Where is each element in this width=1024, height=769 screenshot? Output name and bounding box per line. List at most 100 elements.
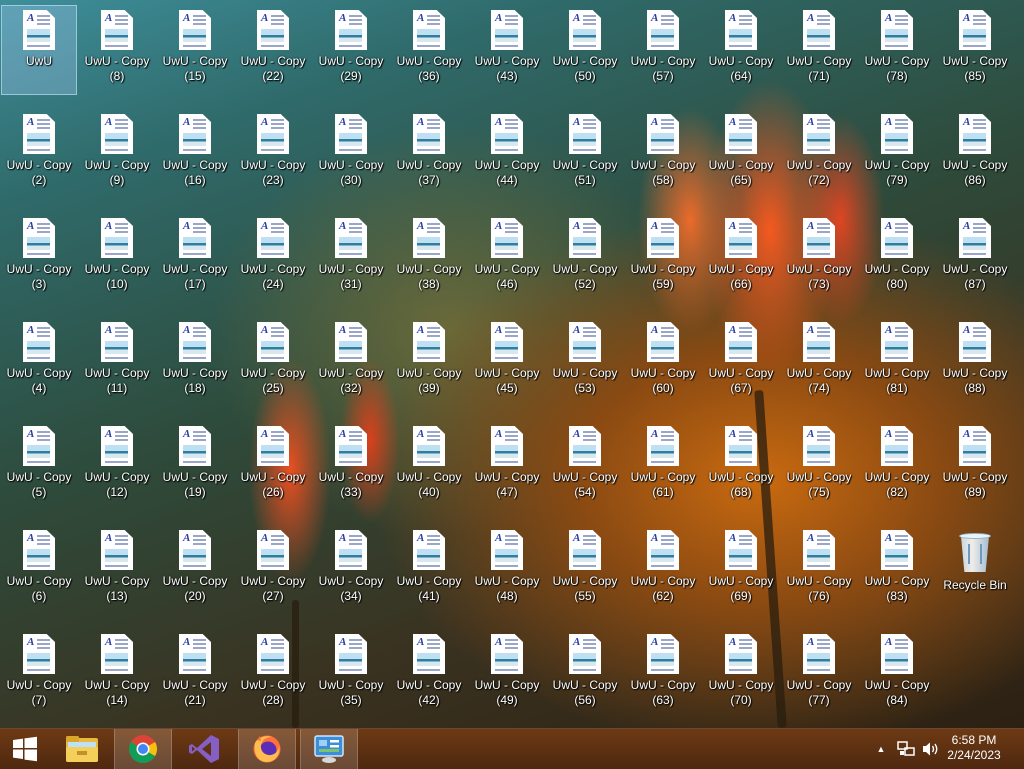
desktop-file-icon[interactable]: A UwU - Copy (76) — [782, 526, 856, 614]
start-button[interactable] — [0, 729, 50, 769]
taskbar-clock[interactable]: 6:58 PM 2/24/2023 — [934, 733, 1014, 763]
desktop-file-icon[interactable]: A UwU - Copy (43) — [470, 6, 544, 94]
desktop-file-icon[interactable]: A UwU - Copy (47) — [470, 422, 544, 510]
desktop-file-icon[interactable]: A UwU - Copy (15) — [158, 6, 232, 94]
desktop-file-icon[interactable]: A UwU - Copy (13) — [80, 526, 154, 614]
desktop-file-icon[interactable]: A UwU - Copy (63) — [626, 630, 700, 718]
desktop-file-icon[interactable]: A UwU - Copy (88) — [938, 318, 1012, 406]
desktop-file-icon[interactable]: A UwU - Copy (89) — [938, 422, 1012, 510]
desktop-file-icon[interactable]: A UwU - Copy (71) — [782, 6, 856, 94]
desktop-file-icon[interactable]: A UwU - Copy (37) — [392, 110, 466, 198]
tray-chevron[interactable]: ▲ — [872, 729, 890, 769]
desktop-file-icon[interactable]: A UwU - Copy (16) — [158, 110, 232, 198]
desktop-file-icon[interactable]: A UwU - Copy (48) — [470, 526, 544, 614]
desktop-file-icon[interactable]: A UwU - Copy (81) — [860, 318, 934, 406]
desktop-file-icon[interactable]: A UwU - Copy (61) — [626, 422, 700, 510]
desktop-file-icon[interactable]: A UwU - Copy (19) — [158, 422, 232, 510]
desktop-file-icon[interactable]: A UwU - Copy (75) — [782, 422, 856, 510]
desktop-file-icon[interactable]: A UwU - Copy (78) — [860, 6, 934, 94]
desktop-file-icon[interactable]: A UwU - Copy (70) — [704, 630, 778, 718]
desktop-file-icon[interactable]: A UwU — [1, 5, 77, 95]
desktop-file-icon[interactable]: A UwU - Copy (82) — [860, 422, 934, 510]
desktop-file-icon[interactable]: A UwU - Copy (57) — [626, 6, 700, 94]
desktop-file-icon[interactable]: A UwU - Copy (46) — [470, 214, 544, 302]
desktop-file-icon[interactable]: A UwU - Copy (36) — [392, 6, 466, 94]
desktop-file-icon[interactable]: A UwU - Copy (23) — [236, 110, 310, 198]
desktop-file-icon[interactable]: A UwU - Copy (77) — [782, 630, 856, 718]
desktop-file-icon[interactable]: A UwU - Copy (2) — [2, 110, 76, 198]
desktop-file-icon[interactable]: A UwU - Copy (6) — [2, 526, 76, 614]
desktop-file-icon[interactable]: A UwU - Copy (25) — [236, 318, 310, 406]
desktop-file-icon[interactable]: A UwU - Copy (18) — [158, 318, 232, 406]
desktop-file-icon[interactable]: A UwU - Copy (84) — [860, 630, 934, 718]
taskbar-chrome[interactable] — [114, 729, 172, 769]
desktop-file-icon[interactable]: A UwU - Copy (17) — [158, 214, 232, 302]
desktop-file-icon[interactable]: A UwU - Copy (62) — [626, 526, 700, 614]
desktop-file-icon[interactable]: A UwU - Copy (44) — [470, 110, 544, 198]
desktop-file-icon[interactable]: A UwU - Copy (38) — [392, 214, 466, 302]
desktop-file-icon[interactable]: A UwU - Copy (35) — [314, 630, 388, 718]
desktop-file-icon[interactable]: A UwU - Copy (51) — [548, 110, 622, 198]
desktop-file-icon[interactable]: A UwU - Copy (85) — [938, 6, 1012, 94]
desktop-file-icon[interactable]: A UwU - Copy (26) — [236, 422, 310, 510]
desktop-file-icon[interactable]: A UwU - Copy (27) — [236, 526, 310, 614]
desktop-file-icon[interactable]: A UwU - Copy (21) — [158, 630, 232, 718]
desktop-file-icon[interactable]: A UwU - Copy (32) — [314, 318, 388, 406]
desktop-file-icon[interactable]: A UwU - Copy (58) — [626, 110, 700, 198]
desktop-file-icon[interactable]: A UwU - Copy (11) — [80, 318, 154, 406]
desktop-file-icon[interactable]: A UwU - Copy (53) — [548, 318, 622, 406]
taskbar-file-explorer[interactable] — [54, 729, 110, 769]
desktop-file-icon[interactable]: A UwU - Copy (68) — [704, 422, 778, 510]
desktop-file-icon[interactable]: A UwU - Copy (5) — [2, 422, 76, 510]
desktop-file-icon[interactable]: A UwU - Copy (79) — [860, 110, 934, 198]
desktop-file-icon[interactable]: A UwU - Copy (74) — [782, 318, 856, 406]
desktop-file-icon[interactable]: A UwU - Copy (4) — [2, 318, 76, 406]
desktop-file-icon[interactable]: A UwU - Copy (20) — [158, 526, 232, 614]
desktop-file-icon[interactable]: A UwU - Copy (45) — [470, 318, 544, 406]
taskbar-control-panel[interactable] — [300, 729, 358, 769]
desktop-file-icon[interactable]: A UwU - Copy (34) — [314, 526, 388, 614]
taskbar-firefox[interactable] — [238, 729, 296, 769]
desktop-file-icon[interactable]: A UwU - Copy (7) — [2, 630, 76, 718]
taskbar-visual-studio[interactable] — [176, 729, 232, 769]
desktop-file-icon[interactable]: A UwU - Copy (24) — [236, 214, 310, 302]
desktop-file-icon[interactable]: A UwU - Copy (55) — [548, 526, 622, 614]
desktop-file-icon[interactable]: A UwU - Copy (50) — [548, 6, 622, 94]
desktop-file-icon[interactable]: A UwU - Copy (65) — [704, 110, 778, 198]
desktop-file-icon[interactable]: A UwU - Copy (87) — [938, 214, 1012, 302]
desktop-file-icon[interactable]: A UwU - Copy (28) — [236, 630, 310, 718]
desktop[interactable]: A UwU A UwU - Copy (2) A UwU - Copy (3) A UwU - C… — [0, 0, 1024, 728]
desktop-file-icon[interactable]: A UwU - Copy (56) — [548, 630, 622, 718]
desktop-file-icon[interactable]: A UwU - Copy (69) — [704, 526, 778, 614]
desktop-file-icon[interactable]: A UwU - Copy (22) — [236, 6, 310, 94]
desktop-file-icon[interactable]: A UwU - Copy (39) — [392, 318, 466, 406]
desktop-file-icon[interactable]: A UwU - Copy (60) — [626, 318, 700, 406]
desktop-file-icon[interactable]: A UwU - Copy (30) — [314, 110, 388, 198]
desktop-file-icon[interactable]: A UwU - Copy (9) — [80, 110, 154, 198]
desktop-file-icon[interactable]: A UwU - Copy (67) — [704, 318, 778, 406]
desktop-file-icon[interactable]: A UwU - Copy (40) — [392, 422, 466, 510]
desktop-file-icon[interactable]: A UwU - Copy (33) — [314, 422, 388, 510]
desktop-file-icon[interactable]: A UwU - Copy (64) — [704, 6, 778, 94]
recycle-bin-shortcut[interactable]: Recycle Bin — [938, 526, 1012, 614]
desktop-file-icon[interactable]: A UwU - Copy (42) — [392, 630, 466, 718]
desktop-file-icon[interactable]: A UwU - Copy (49) — [470, 630, 544, 718]
desktop-file-icon[interactable]: A UwU - Copy (80) — [860, 214, 934, 302]
desktop-file-icon[interactable]: A UwU - Copy (52) — [548, 214, 622, 302]
desktop-file-icon[interactable]: A UwU - Copy (3) — [2, 214, 76, 302]
desktop-file-icon[interactable]: A UwU - Copy (14) — [80, 630, 154, 718]
desktop-file-icon[interactable]: A UwU - Copy (31) — [314, 214, 388, 302]
desktop-file-icon[interactable]: A UwU - Copy (12) — [80, 422, 154, 510]
desktop-file-icon[interactable]: A UwU - Copy (73) — [782, 214, 856, 302]
tray-network[interactable] — [894, 729, 918, 769]
desktop-file-icon[interactable]: A UwU - Copy (86) — [938, 110, 1012, 198]
desktop-file-icon[interactable]: A UwU - Copy (29) — [314, 6, 388, 94]
desktop-file-icon[interactable]: A UwU - Copy (83) — [860, 526, 934, 614]
desktop-file-icon[interactable]: A UwU - Copy (72) — [782, 110, 856, 198]
desktop-file-icon[interactable]: A UwU - Copy (10) — [80, 214, 154, 302]
desktop-file-icon[interactable]: A UwU - Copy (41) — [392, 526, 466, 614]
desktop-file-icon[interactable]: A UwU - Copy (54) — [548, 422, 622, 510]
desktop-file-icon[interactable]: A UwU - Copy (59) — [626, 214, 700, 302]
desktop-file-icon[interactable]: A UwU - Copy (8) — [80, 6, 154, 94]
desktop-file-icon[interactable]: A UwU - Copy (66) — [704, 214, 778, 302]
